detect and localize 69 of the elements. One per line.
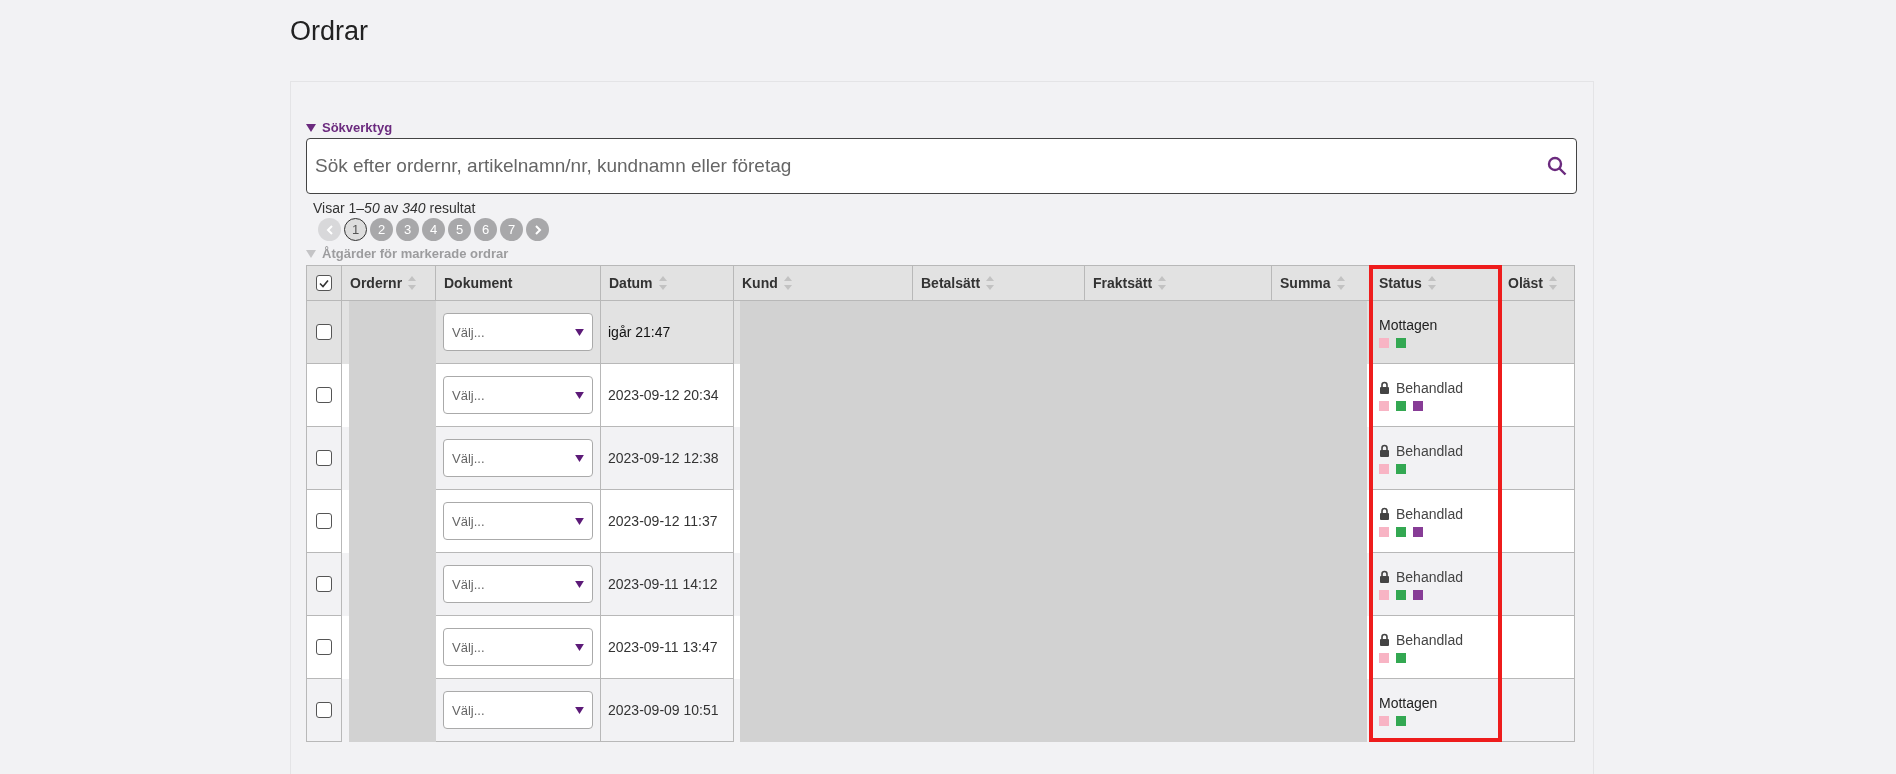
column-header[interactable]: Kund [734,265,913,301]
date-text: 2023-09-12 11:37 [608,513,718,529]
lock-icon [1379,444,1390,457]
sort-icon[interactable] [986,276,995,290]
triangle-icon [306,249,316,258]
date-text: 2023-09-12 20:34 [608,387,719,403]
date-text: 2023-09-11 14:12 [608,576,718,592]
status-text: Behandlad [1396,568,1463,585]
results-count: Visar 1–50 av 340 resultat [313,200,477,216]
document-select[interactable]: Välj... [443,628,593,666]
date-text: 2023-09-11 13:47 [608,639,718,655]
page-button[interactable]: 1 [344,218,367,241]
search-tools-toggle[interactable]: Sökverktyg [306,120,393,135]
chevron-left-icon [325,224,334,235]
date-text: 2023-09-09 10:51 [608,702,719,718]
caret-icon [575,517,584,525]
status-text: Mottagen [1379,316,1438,333]
column-header[interactable]: Fraktsätt [1085,265,1272,301]
row-checkbox[interactable] [316,513,332,529]
row-checkbox[interactable] [316,702,332,718]
sort-icon[interactable] [408,276,417,290]
date-text: 2023-09-12 12:38 [608,450,719,466]
caret-icon [575,643,584,651]
document-select[interactable]: Välj... [443,502,593,540]
caret-icon [575,328,584,336]
sort-icon[interactable] [1549,276,1557,290]
column-header[interactable]: Oläst [1500,265,1575,301]
next-page-button[interactable] [526,218,549,241]
document-select[interactable]: Välj... [443,565,593,603]
column-header[interactable]: Ordernr [342,265,436,301]
column-header[interactable]: Summa [1272,265,1371,301]
document-select[interactable]: Välj... [443,313,593,351]
sort-icon[interactable] [1427,276,1436,290]
lock-icon [1379,633,1390,646]
status-text: Behandlad [1396,379,1463,396]
lock-icon [1379,570,1390,583]
sort-icon[interactable] [658,276,667,290]
caret-icon [575,454,584,462]
lock-icon [1379,381,1390,394]
column-header[interactable]: Datum [601,265,734,301]
page-title: Ordrar [290,16,369,47]
caret-icon [575,580,584,588]
caret-icon [575,706,584,714]
checkmark-icon [319,278,329,288]
lock-icon [1379,507,1390,520]
column-header[interactable]: Dokument [436,265,601,301]
column-header[interactable]: Betalsätt [913,265,1085,301]
sort-icon[interactable] [1158,276,1167,290]
row-checkbox[interactable] [316,450,332,466]
document-select[interactable]: Välj... [443,376,593,414]
row-checkbox[interactable] [316,324,332,340]
select-all-checkbox[interactable] [316,275,332,291]
status-text: Behandlad [1396,442,1463,459]
triangle-icon [306,123,316,132]
caret-icon [575,391,584,399]
status-text: Mottagen [1379,694,1438,711]
date-text: igår 21:47 [608,324,671,340]
status-text: Behandlad [1396,505,1463,522]
row-checkbox[interactable] [316,387,332,403]
row-checkbox[interactable] [316,639,332,655]
sort-icon[interactable] [783,276,792,290]
row-checkbox[interactable] [316,576,332,592]
search-icon[interactable] [1547,156,1567,176]
document-select[interactable]: Välj... [443,691,593,729]
document-select[interactable]: Välj... [443,439,593,477]
sort-icon[interactable] [1336,276,1345,290]
search-field[interactable]: Sök efter ordernr, artikelnamn/nr, kundnamn eller företag [306,138,1577,194]
chevron-right-icon [533,224,542,235]
status-text: Behandlad [1396,631,1463,648]
